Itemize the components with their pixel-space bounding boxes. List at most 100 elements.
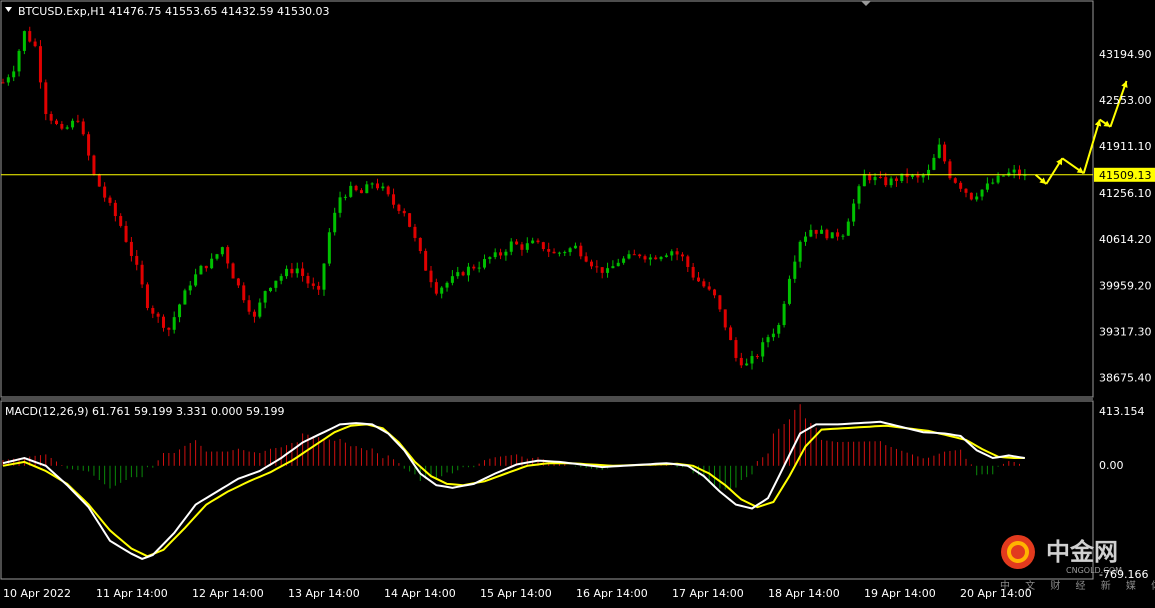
- candle-body: [162, 316, 165, 328]
- candle-body: [493, 252, 497, 258]
- candle-body: [659, 256, 663, 260]
- candle-body: [113, 202, 117, 217]
- candle-body: [81, 121, 85, 135]
- candle-body: [92, 155, 96, 175]
- candle-body: [723, 309, 727, 328]
- candle-body: [135, 255, 139, 265]
- candle-body: [761, 342, 765, 357]
- price-label: 38675.40: [1099, 372, 1152, 385]
- candle-body: [71, 120, 75, 128]
- candle-body: [878, 176, 882, 178]
- annotation-arrow-segment: [1082, 119, 1101, 174]
- price-pane[interactable]: [0, 0, 1094, 398]
- candle-body: [937, 144, 941, 158]
- candle-body: [782, 303, 786, 326]
- candle-body: [600, 267, 604, 273]
- macd-axis-zero-label: 0.00: [1099, 459, 1124, 472]
- candle-body: [151, 308, 155, 314]
- candle-body: [852, 203, 856, 222]
- candle-body: [290, 268, 294, 274]
- candle-body: [386, 186, 390, 195]
- time-label: 17 Apr 14:00: [672, 587, 744, 600]
- candle-body: [680, 254, 684, 257]
- candle-body: [65, 127, 69, 129]
- macd-lines: [2, 420, 1025, 560]
- time-label: 18 Apr 14:00: [768, 587, 840, 600]
- candle-body: [755, 356, 759, 358]
- candles: [1, 26, 1027, 370]
- price-label: 41256.10: [1099, 187, 1152, 200]
- candle-body: [948, 161, 952, 179]
- candle-body: [932, 157, 936, 170]
- candle-body: [595, 266, 599, 268]
- candle-body: [686, 256, 690, 267]
- candle-body: [397, 204, 401, 211]
- candle-body: [531, 240, 535, 244]
- candle-body: [220, 247, 224, 255]
- candle-body: [820, 229, 824, 234]
- candle-body: [103, 186, 107, 198]
- candle-body: [991, 182, 995, 184]
- time-label: 19 Apr 14:00: [864, 587, 936, 600]
- candle-body: [611, 266, 615, 269]
- candle-body: [627, 254, 631, 259]
- candle-body: [140, 264, 144, 285]
- candle-body: [231, 263, 235, 279]
- candle-body: [402, 210, 406, 214]
- candle-body: [354, 185, 358, 191]
- candle-body: [654, 257, 658, 260]
- candle-body: [204, 265, 208, 269]
- candle-body: [6, 77, 10, 83]
- candle-body: [691, 266, 695, 278]
- candle-body: [306, 275, 310, 284]
- symbol-menu-triangle-icon[interactable]: [5, 7, 12, 12]
- time-label: 10 Apr 2022: [3, 587, 71, 600]
- watermark-chinese: 中金网: [1046, 538, 1118, 566]
- trading-chart[interactable]: BTCUSD.Exp,H1 41476.75 41553.65 41432.59…: [0, 0, 1155, 604]
- candle-body: [365, 184, 369, 194]
- candle-body: [648, 257, 652, 260]
- candle-body: [472, 266, 476, 269]
- candle-body: [172, 317, 176, 330]
- time-label: 14 Apr 14:00: [384, 587, 456, 600]
- candle-body: [499, 252, 503, 256]
- candle-body: [129, 241, 133, 256]
- candle-body: [327, 232, 331, 264]
- candle-body: [49, 114, 53, 121]
- candle-body: [247, 300, 251, 312]
- macd-pane[interactable]: [0, 400, 1094, 580]
- candle-body: [969, 192, 973, 200]
- candle-body: [119, 216, 123, 226]
- candle-body: [520, 244, 524, 250]
- candle-body: [547, 249, 551, 252]
- candle-body: [258, 302, 262, 317]
- candle-body: [108, 197, 112, 203]
- candle-body: [579, 245, 583, 257]
- time-axis[interactable]: 10 Apr 2022 11 Apr 14:00 12 Apr 14:00 13…: [3, 587, 1032, 600]
- candle-body: [376, 183, 379, 189]
- candle-body: [525, 243, 529, 250]
- watermark-logo: 中金网 CNGOLD.COM 中 文 财 经 新 媒 体: [1000, 535, 1155, 592]
- candle-body: [916, 175, 920, 178]
- candle-body: [504, 251, 508, 256]
- scroll-shift-icon[interactable]: [861, 1, 871, 6]
- candle-body: [622, 258, 626, 263]
- candle-body: [317, 285, 321, 290]
- candle-body: [381, 186, 385, 189]
- candle-body: [44, 82, 48, 115]
- candle-body: [450, 276, 454, 283]
- time-label: 11 Apr 14:00: [96, 587, 168, 600]
- candle-body: [311, 283, 315, 286]
- candle-body: [985, 183, 989, 190]
- time-label: 12 Apr 14:00: [192, 587, 264, 600]
- candle-body: [557, 252, 561, 254]
- candle-body: [750, 356, 754, 364]
- candle-body: [921, 174, 925, 178]
- candle-body: [643, 256, 647, 260]
- candle-body: [809, 229, 813, 237]
- candle-body: [295, 268, 299, 274]
- candle-body: [889, 178, 893, 186]
- candle-body: [483, 259, 486, 268]
- candle-body: [766, 337, 770, 343]
- price-axis[interactable]: 43194.90 42553.00 41911.10 41256.10 4061…: [1099, 48, 1152, 384]
